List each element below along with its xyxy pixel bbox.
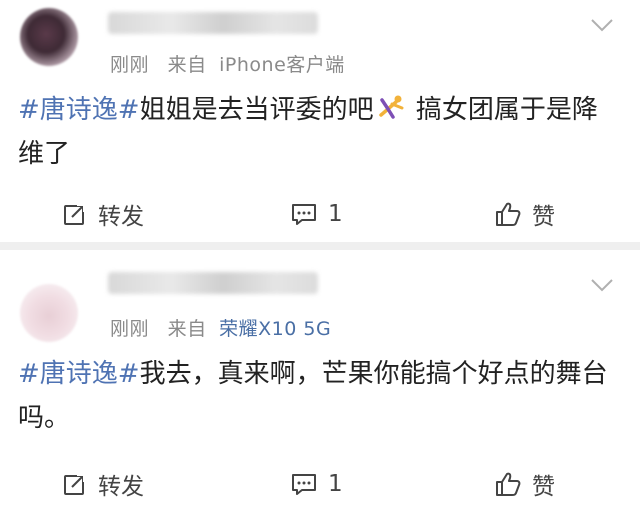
action-bar: 转发 1 赞 bbox=[0, 464, 640, 504]
comment-button[interactable]: 1 bbox=[290, 464, 343, 504]
post-meta: 刚刚 来自 iPhone客户端 bbox=[110, 50, 345, 77]
username-blurred[interactable] bbox=[108, 272, 318, 294]
post-meta: 刚刚 来自 荣耀X10 5G bbox=[110, 314, 331, 341]
source-prefix: 来自 bbox=[167, 318, 207, 340]
repost-button[interactable]: 转发 bbox=[62, 464, 144, 504]
post-source: iPhone客户端 bbox=[219, 54, 345, 76]
like-label: 赞 bbox=[532, 204, 555, 230]
username-blurred[interactable] bbox=[108, 12, 318, 34]
repost-icon bbox=[64, 472, 87, 495]
post-content: #唐诗逸#姐姐是去当评委的吧 搞女团属于是降维了 bbox=[18, 88, 612, 176]
post-time: 刚刚 bbox=[110, 318, 150, 340]
weibo-post-1: 刚刚 来自 iPhone客户端 #唐诗逸#姐姐是去当评委的吧 搞女团属于是降维了… bbox=[0, 0, 640, 242]
comment-count: 1 bbox=[328, 201, 343, 227]
like-button[interactable]: 赞 bbox=[494, 194, 555, 234]
repost-label: 转发 bbox=[98, 204, 144, 230]
comment-count: 1 bbox=[328, 471, 343, 497]
post-source-link[interactable]: 荣耀X10 5G bbox=[219, 318, 331, 340]
repost-label: 转发 bbox=[98, 474, 144, 500]
hashtag-link[interactable]: #唐诗逸# bbox=[18, 95, 140, 125]
post-content: #唐诗逸#我去，真来啊，芒果你能搞个好点的舞台吗。 bbox=[18, 352, 612, 440]
avatar[interactable] bbox=[20, 8, 78, 66]
thumbs-up-icon bbox=[496, 202, 521, 226]
avatar[interactable] bbox=[20, 284, 78, 342]
post-separator bbox=[0, 242, 640, 250]
post-text: 姐姐是去当评委的吧 bbox=[139, 95, 374, 125]
action-bar: 转发 1 赞 bbox=[0, 194, 640, 234]
weibo-post-2: 刚刚 来自 荣耀X10 5G #唐诗逸#我去，真来啊，芒果你能搞个好点的舞台吗。… bbox=[0, 250, 640, 508]
repost-button[interactable]: 转发 bbox=[62, 194, 144, 234]
source-prefix: 来自 bbox=[167, 54, 207, 76]
like-button[interactable]: 赞 bbox=[494, 464, 555, 504]
comment-button[interactable]: 1 bbox=[290, 194, 343, 234]
comment-icon bbox=[292, 204, 316, 225]
cartwheel-emoji-icon bbox=[378, 95, 404, 119]
like-label: 赞 bbox=[532, 474, 555, 500]
hashtag-link[interactable]: #唐诗逸# bbox=[18, 359, 140, 389]
chevron-down-icon[interactable] bbox=[590, 278, 614, 292]
chevron-down-icon[interactable] bbox=[590, 18, 614, 32]
repost-icon bbox=[64, 202, 87, 225]
thumbs-up-icon bbox=[496, 472, 521, 496]
comment-icon bbox=[292, 474, 316, 495]
post-time: 刚刚 bbox=[110, 54, 150, 76]
